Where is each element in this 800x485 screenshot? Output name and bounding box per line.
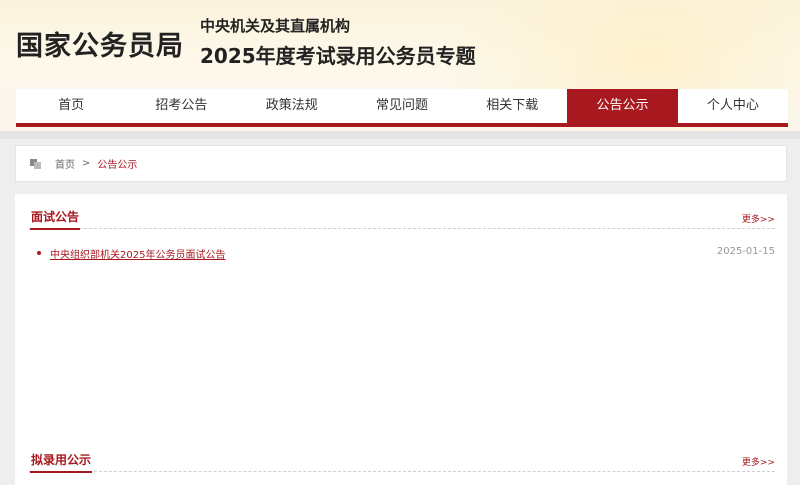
site-title[interactable]: 国家公务员局 (16, 24, 184, 63)
announcement-date: 2025-01-15 (716, 246, 775, 257)
nav-item-home[interactable]: 首页 (16, 89, 126, 123)
announcement-link[interactable]: 中央组织部机关2025年公务员面试公告 (50, 246, 225, 261)
list-item: 中央组织部机关2025年公务员面试公告 2025-01-15 (37, 245, 775, 261)
main-nav: 首页 招考公告 政策法规 常见问题 相关下载 公告公示 个人中心 (16, 89, 788, 127)
nav-item-downloads[interactable]: 相关下载 (457, 89, 567, 123)
more-link-proposed-hires[interactable]: 更多>> (742, 455, 775, 468)
breadcrumb-home-link[interactable]: 首页 (55, 156, 75, 171)
content-panel: 面试公告 更多>> 中央组织部机关2025年公务员面试公告 2025-01-15… (15, 194, 787, 485)
breadcrumb-separator: > (82, 158, 91, 169)
section-header-proposed-hires: 拟录用公示 更多>> (29, 450, 775, 473)
section-title-interview[interactable]: 面试公告 (30, 208, 81, 230)
more-link-interview[interactable]: 更多>> (742, 212, 775, 225)
section-header-interview: 面试公告 更多>> (29, 207, 775, 230)
location-icon (30, 158, 41, 169)
nav-item-policies[interactable]: 政策法规 (237, 89, 347, 123)
bullet-icon (37, 251, 41, 255)
nav-item-personal-center[interactable]: 个人中心 (678, 89, 788, 123)
nav-item-announcements[interactable]: 公告公示 (567, 89, 678, 127)
breadcrumb: 首页 > 公告公示 (15, 145, 787, 182)
site-header: 国家公务员局 中央机关及其直属机构 2025年度考试录用公务员专题 首页 招考公… (0, 0, 800, 131)
topic-subtitle: 中央机关及其直属机构 (200, 17, 351, 35)
topic-title: 2025年度考试录用公务员专题 (200, 44, 476, 68)
nav-item-recruitment-notices[interactable]: 招考公告 (126, 89, 236, 123)
breadcrumb-current[interactable]: 公告公示 (97, 156, 137, 171)
nav-item-faq[interactable]: 常见问题 (347, 89, 457, 123)
section-title-proposed-hires[interactable]: 拟录用公示 (30, 451, 93, 473)
header-divider-band (0, 131, 800, 139)
